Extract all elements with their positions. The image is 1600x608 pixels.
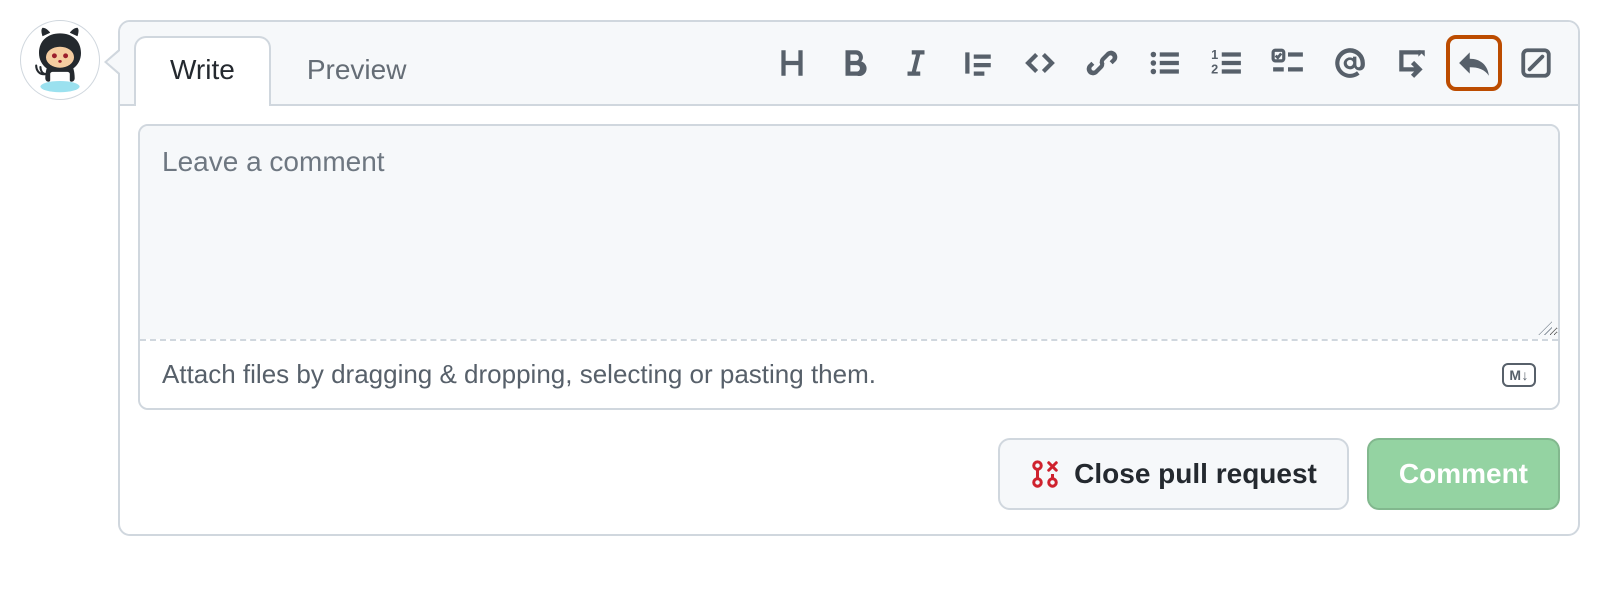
textarea-wrapper: Attach files by dragging & dropping, sel… (138, 124, 1560, 410)
composer-footer: Close pull request Comment (120, 428, 1578, 534)
link-button[interactable] (1074, 35, 1130, 91)
bold-icon (837, 46, 871, 80)
crossref-button[interactable] (1384, 35, 1440, 91)
heading-icon (775, 46, 809, 80)
reply-icon (1457, 46, 1491, 80)
svg-text:1: 1 (1211, 47, 1218, 62)
svg-text:2: 2 (1211, 62, 1218, 77)
composer-header: Write Preview 12 (120, 22, 1578, 106)
suggestion-button[interactable] (1508, 35, 1564, 91)
attach-hint-bar[interactable]: Attach files by dragging & dropping, sel… (140, 339, 1558, 408)
comment-textarea[interactable] (140, 126, 1558, 336)
suggestion-icon (1519, 46, 1553, 80)
link-icon (1085, 46, 1119, 80)
ol-button[interactable]: 12 (1198, 35, 1254, 91)
attach-hint-text: Attach files by dragging & dropping, sel… (162, 359, 876, 390)
formatting-toolbar: 12 (764, 25, 1564, 101)
heading-button[interactable] (764, 35, 820, 91)
mention-button[interactable] (1322, 35, 1378, 91)
ordered-list-icon: 12 (1209, 46, 1243, 80)
bold-button[interactable] (826, 35, 882, 91)
ul-button[interactable] (1136, 35, 1192, 91)
italic-button[interactable] (888, 35, 944, 91)
unordered-list-icon (1147, 46, 1181, 80)
tab-preview[interactable]: Preview (271, 36, 443, 106)
reply-button[interactable] (1446, 35, 1502, 91)
italic-icon (899, 46, 933, 80)
git-pr-closed-icon (1030, 459, 1060, 489)
mention-icon (1333, 46, 1367, 80)
code-button[interactable] (1012, 35, 1068, 91)
tasklist-button[interactable] (1260, 35, 1316, 91)
octocat-icon (25, 25, 95, 95)
composer-tabs: Write Preview (134, 22, 442, 106)
tab-write[interactable]: Write (134, 36, 271, 106)
code-icon (1023, 46, 1057, 80)
markdown-badge[interactable]: M↓ (1502, 363, 1536, 387)
avatar[interactable] (20, 20, 100, 100)
comment-button[interactable]: Comment (1367, 438, 1560, 510)
composer-body: Attach files by dragging & dropping, sel… (120, 106, 1578, 428)
quote-button[interactable] (950, 35, 1006, 91)
task-list-icon (1271, 46, 1305, 80)
comment-composer: Write Preview 12 (118, 20, 1580, 536)
comment-button-label: Comment (1399, 458, 1528, 490)
quote-icon (961, 46, 995, 80)
close-pr-button[interactable]: Close pull request (998, 438, 1349, 510)
cross-reference-icon (1395, 46, 1429, 80)
close-pr-label: Close pull request (1074, 458, 1317, 490)
